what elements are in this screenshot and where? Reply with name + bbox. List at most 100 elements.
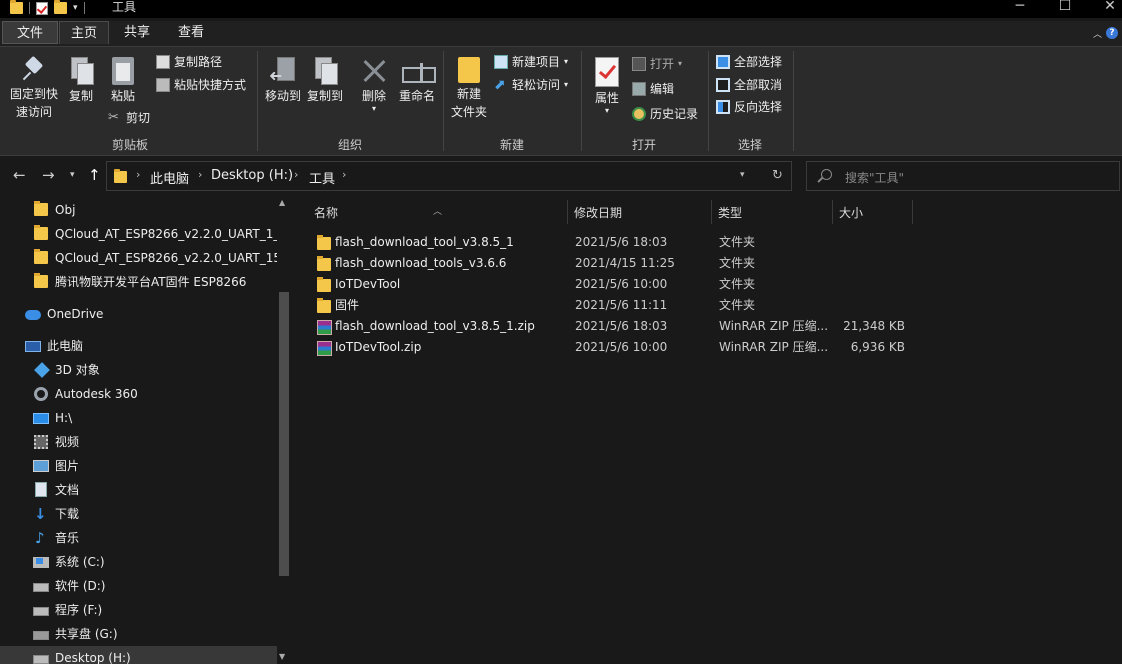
copy-to-icon (313, 57, 338, 85)
nav-item-tencent-iot-firmware[interactable]: 腾讯物联开发平台AT固件 ESP8266 (0, 270, 277, 294)
nav-item-drive-d[interactable]: 软件 (D:) (0, 574, 277, 598)
music-icon: ♪ (35, 529, 45, 547)
nav-item-this-pc[interactable]: 此电脑 (0, 334, 277, 358)
collapse-ribbon-chevron-icon[interactable]: ︿ (1093, 27, 1102, 40)
delete-chevron-down-icon[interactable]: ▾ (356, 105, 392, 113)
copy-label: 复制 (68, 89, 93, 103)
copy-button[interactable]: 复制 (64, 53, 98, 105)
winrar-icon (317, 341, 332, 356)
maximize-button[interactable]: ☐ (1050, 0, 1080, 14)
select-all-button[interactable]: 全部选择 (716, 52, 782, 72)
pin-to-quick-access-button[interactable]: 固定到快 速访问 (6, 53, 62, 121)
properties-button[interactable]: 属性 ▾ (588, 53, 626, 115)
nav-item-drive-g[interactable]: 共享盘 (G:) (0, 622, 277, 646)
tab-home[interactable]: 主页 (59, 21, 109, 44)
invert-selection-button[interactable]: 反向选择 (716, 97, 782, 117)
scroll-down-icon[interactable]: ▼ (279, 652, 285, 661)
scroll-up-icon[interactable]: ▲ (279, 198, 285, 207)
new-folder-button[interactable]: 新建 文件夹 (448, 53, 490, 121)
winrar-icon (317, 320, 332, 335)
help-icon[interactable]: ? (1106, 27, 1118, 39)
close-button[interactable]: ✕ (1095, 0, 1122, 14)
nav-item-documents[interactable]: 文档 (0, 478, 277, 502)
breadcrumb-separator-icon[interactable]: › (294, 168, 298, 181)
nav-item-qcloud-uart-15-1[interactable]: QCloud_AT_ESP8266_v2.2.0_UART_15_1 (0, 246, 277, 270)
cut-button[interactable]: ✂ 剪切 (108, 108, 150, 128)
nav-item-label: 下载 (55, 507, 80, 521)
table-row[interactable]: flash_download_tools_v3.6.6 2021/4/15 11… (312, 253, 912, 274)
column-header-size[interactable]: 大小 (821, 202, 911, 226)
windows-drive-icon (33, 557, 49, 568)
breadcrumb-separator-icon[interactable]: › (136, 168, 140, 181)
paste-button[interactable]: 粘贴 (106, 53, 140, 105)
breadcrumb-desktop[interactable]: Desktop (H:) (211, 168, 293, 183)
nav-item-autodesk-360[interactable]: Autodesk 360 (0, 382, 277, 406)
refresh-icon[interactable]: ↻ (772, 168, 783, 183)
file-list: ︿ 名称 修改日期 类型 大小 flash_download_tool_v3.8… (296, 196, 1122, 664)
breadcrumb-tools[interactable]: 工具 (309, 168, 335, 187)
edit-button[interactable]: 编辑 (632, 79, 674, 99)
move-to-button[interactable]: 移动到 (262, 53, 304, 105)
open-button[interactable]: 打开 ▾ (632, 54, 682, 74)
new-item-button[interactable]: 新建项目 ▾ (494, 52, 568, 72)
ribbon: 固定到快 速访问 复制 粘贴 复制路径 粘贴快捷方式 ✂ 剪切 剪贴板 移动到 … (0, 46, 1122, 156)
new-folder-icon[interactable] (54, 0, 67, 14)
nav-item-drive-f[interactable]: 程序 (F:) (0, 598, 277, 622)
nav-item-qcloud-uart-1-3[interactable]: QCloud_AT_ESP8266_v2.2.0_UART_1_3 (0, 222, 277, 246)
history-button[interactable]: 历史记录 (632, 104, 698, 124)
cube-icon (34, 362, 50, 378)
nav-item-videos[interactable]: 视频 (0, 430, 277, 454)
minimize-button[interactable]: ─ (1005, 0, 1035, 14)
breadcrumb-separator-icon[interactable]: › (198, 168, 202, 181)
breadcrumb-this-pc[interactable]: 此电脑 (150, 168, 189, 187)
nav-item-music[interactable]: ♪ 音乐 (0, 526, 277, 550)
group-label-new: 新建 (499, 138, 524, 152)
address-row: ← → ▾ ↑ › 此电脑 › Desktop (H:) › 工具 › ▾ ↻ … (0, 156, 1122, 196)
paste-shortcut-button[interactable]: 粘贴快捷方式 (156, 75, 246, 95)
copy-icon (69, 57, 94, 85)
table-row[interactable]: 固件 2021/5/6 11:11 文件夹 (312, 295, 912, 316)
delete-button[interactable]: 删除 ▾ (356, 53, 392, 113)
nav-item-label: 音乐 (55, 531, 80, 545)
nav-item-downloads[interactable]: ↓ 下载 (0, 502, 277, 526)
nav-item-pictures[interactable]: 图片 (0, 454, 277, 478)
tab-share[interactable]: 共享 (112, 21, 162, 44)
column-header-name[interactable]: ︿ 名称 (296, 202, 566, 226)
column-header-type[interactable]: 类型 (700, 202, 832, 226)
back-arrow-icon[interactable]: ← (13, 166, 26, 184)
table-row[interactable]: IoTDevTool 2021/5/6 10:00 文件夹 (312, 274, 912, 295)
copy-to-button[interactable]: 复制到 (304, 53, 346, 105)
select-none-button[interactable]: 全部取消 (716, 75, 782, 95)
address-history-chevron-down-icon[interactable]: ▾ (740, 170, 745, 180)
copy-path-button[interactable]: 复制路径 (156, 52, 222, 72)
nav-item-drive-c[interactable]: 系统 (C:) (0, 550, 277, 574)
breadcrumb-separator-icon[interactable]: › (342, 168, 346, 181)
nav-item-label: 文档 (55, 483, 80, 497)
address-bar[interactable]: › 此电脑 › Desktop (H:) › 工具 › ▾ ↻ (106, 161, 792, 191)
navigation-pane: Obj QCloud_AT_ESP8266_v2.2.0_UART_1_3 QC… (0, 196, 293, 664)
properties-icon[interactable] (36, 1, 48, 15)
nav-item-3d-objects[interactable]: 3D 对象 (0, 358, 277, 382)
nav-scrollbar-thumb[interactable] (279, 292, 289, 576)
easy-access-label: 轻松访问 (512, 78, 561, 92)
forward-arrow-icon[interactable]: → (42, 166, 55, 184)
rename-button[interactable]: 重命名 (396, 53, 438, 105)
column-header-date[interactable]: 修改日期 (556, 202, 712, 226)
table-row[interactable]: flash_download_tool_v3.8.5_1.zip 2021/5/… (312, 316, 912, 337)
nav-item-onedrive[interactable]: OneDrive (0, 302, 277, 326)
nav-item-obj[interactable]: Obj (0, 198, 277, 222)
table-row[interactable]: IoTDevTool.zip 2021/5/6 10:00 WinRAR ZIP… (312, 337, 912, 358)
search-input[interactable]: 搜索"工具" (806, 161, 1120, 191)
recent-locations-chevron-down-icon[interactable]: ▾ (70, 170, 75, 180)
copy-path-label: 复制路径 (174, 55, 223, 69)
tab-view[interactable]: 查看 (166, 21, 216, 44)
nav-scrollbar[interactable]: ▲ ▼ (277, 196, 291, 664)
up-arrow-icon[interactable]: ↑ (88, 166, 101, 184)
nav-item-drive-h[interactable]: Desktop (H:) (0, 646, 277, 664)
table-row[interactable]: flash_download_tool_v3.8.5_1 2021/5/6 18… (312, 232, 912, 253)
easy-access-button[interactable]: ⬈ 轻松访问 ▾ (494, 75, 568, 95)
customize-toolbar-chevron-icon[interactable]: ▾ (73, 3, 78, 13)
properties-chevron-down-icon[interactable]: ▾ (588, 107, 626, 115)
tab-file[interactable]: 文件 (2, 21, 58, 44)
nav-item-h-drive-root[interactable]: H:\ (0, 406, 277, 430)
